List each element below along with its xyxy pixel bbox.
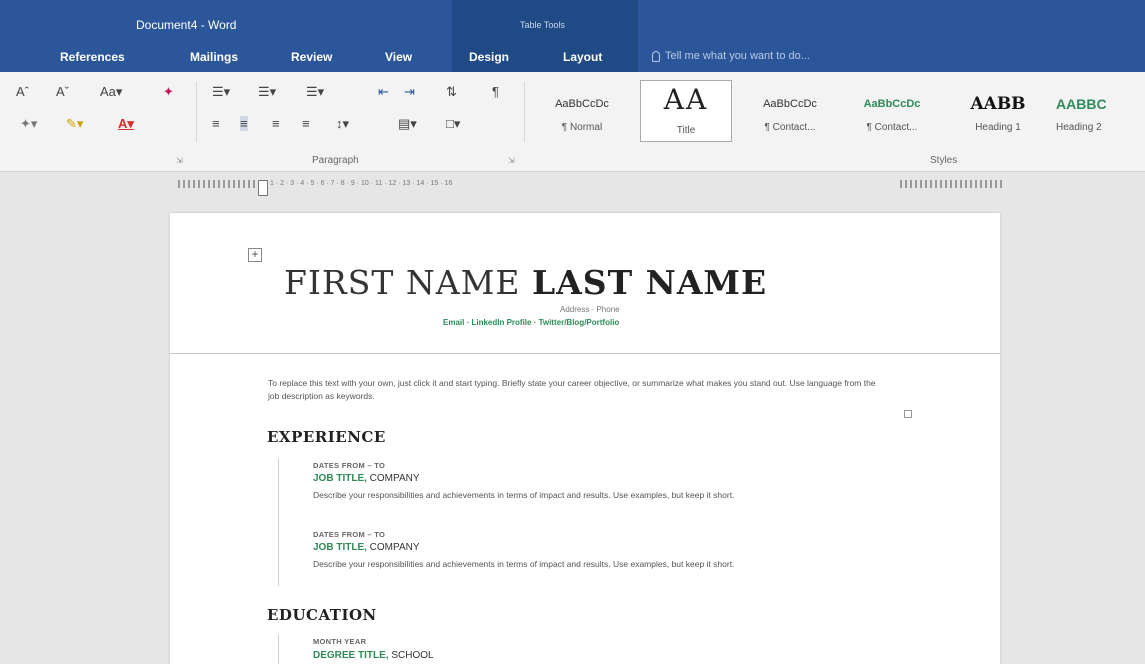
tell-me-text: Tell me what you want to do... <box>665 50 810 62</box>
experience-rule <box>278 458 279 586</box>
style-heading-1[interactable]: AABB Heading 1 <box>952 80 1044 142</box>
show-hide-icon[interactable]: ¶ <box>492 84 499 99</box>
style-sample: AABBC <box>1056 96 1107 112</box>
last-name: LAST NAME <box>531 263 768 302</box>
style-name: Title <box>676 125 696 136</box>
experience-heading[interactable]: EXPERIENCE <box>267 428 386 446</box>
style-sample: AA <box>663 85 709 115</box>
job-title: JOB TITLE, <box>313 542 367 553</box>
tab-design[interactable]: Design <box>469 50 509 64</box>
style-heading-2[interactable]: AABBC Heading 2 <box>1056 80 1145 142</box>
indent-marker[interactable] <box>258 180 268 196</box>
paragraph-group-label: Paragraph <box>312 155 359 166</box>
numbering-icon[interactable]: ☰▾ <box>258 84 276 100</box>
align-center-icon[interactable]: ≡ <box>240 116 248 131</box>
increase-indent-icon[interactable]: ⇥ <box>404 84 415 100</box>
company: COMPANY <box>366 473 420 484</box>
line-spacing-icon[interactable]: ↕▾ <box>336 116 349 132</box>
text-effects-icon[interactable]: ✦▾ <box>20 116 37 132</box>
company: COMPANY <box>366 542 420 553</box>
clear-formatting-icon[interactable]: ✦ <box>163 84 174 100</box>
paragraph-dialog-launcher-icon[interactable]: ⇲ <box>508 156 515 165</box>
bullets-icon[interactable]: ☰▾ <box>212 84 230 100</box>
job-title: JOB TITLE, <box>313 473 367 484</box>
degree-title: DEGREE TITLE, <box>313 650 389 661</box>
font-dialog-launcher-icon[interactable]: ⇲ <box>176 156 183 165</box>
shrink-font-button[interactable]: Aˇ <box>56 84 69 99</box>
school: SCHOOL <box>388 650 434 661</box>
grow-font-button[interactable]: Aˆ <box>16 84 29 99</box>
degree-line[interactable]: DEGREE TITLE, SCHOOL <box>313 650 434 661</box>
style-name: Heading 2 <box>1056 122 1102 133</box>
change-case-button[interactable]: Aa▾ <box>100 84 122 100</box>
education-dates[interactable]: MONTH YEAR <box>313 637 366 646</box>
address-phone[interactable]: Address · Phone <box>560 305 620 314</box>
style-name: ¶ Contact... <box>764 122 816 133</box>
style-name: Heading 1 <box>975 122 1021 133</box>
job-dates[interactable]: DATES FROM – TO <box>313 530 385 539</box>
job-description[interactable]: Describe your responsibilities and achie… <box>313 489 893 502</box>
tab-mailings[interactable]: Mailings <box>190 50 238 64</box>
tab-layout[interactable]: Layout <box>563 50 602 64</box>
end-of-cell-marker <box>904 410 912 418</box>
education-heading[interactable]: EDUCATION <box>267 606 377 624</box>
font-color-button[interactable]: A▾ <box>118 116 134 132</box>
style-sample: AaBbCcDc <box>863 98 921 110</box>
resume-name[interactable]: FIRST NAME LAST NAME <box>284 263 767 302</box>
style-sample: AaBbCcDc <box>555 98 609 110</box>
contact-links[interactable]: Email · LinkedIn Profile · Twitter/Blog/… <box>443 318 619 327</box>
tell-me-box[interactable]: Tell me what you want to do... <box>652 50 810 62</box>
document-title: Document4 - Word <box>136 18 237 32</box>
ribbon-separator <box>196 82 197 142</box>
highlight-color-button[interactable]: ✎▾ <box>66 116 83 132</box>
job-title-line[interactable]: JOB TITLE, COMPANY <box>313 542 420 553</box>
align-right-icon[interactable]: ≡ <box>272 116 280 131</box>
style-contact-info[interactable]: AaBbCcDc ¶ Contact... <box>744 80 836 142</box>
shading-icon[interactable]: ▤▾ <box>398 116 417 132</box>
style-name: ¶ Normal <box>561 122 603 133</box>
style-name: ¶ Contact... <box>866 122 918 133</box>
style-contact-emphasis[interactable]: AaBbCcDc ¶ Contact... <box>846 80 938 142</box>
style-normal[interactable]: AaBbCcDc ¶ Normal <box>536 80 628 142</box>
first-name: FIRST NAME <box>284 263 521 302</box>
tab-view[interactable]: View <box>385 50 412 64</box>
job-dates[interactable]: DATES FROM – TO <box>313 461 385 470</box>
decrease-indent-icon[interactable]: ⇤ <box>378 84 389 100</box>
style-sample: AaBbCcDc <box>763 98 817 110</box>
style-sample: AABB <box>970 94 1026 114</box>
table-move-handle-icon[interactable]: + <box>248 248 262 262</box>
job-description[interactable]: Describe your responsibilities and achie… <box>313 558 893 571</box>
objective-text[interactable]: To replace this text with your own, just… <box>268 377 888 403</box>
align-left-icon[interactable]: ≡ <box>212 116 220 131</box>
lightbulb-icon <box>652 50 660 62</box>
borders-icon[interactable]: □▾ <box>446 116 460 132</box>
justify-icon[interactable]: ≡ <box>302 116 310 131</box>
horizontal-ruler[interactable]: 1 · 2 · 3 · 4 · 5 · 6 · 7 · 8 · 9 · 10 ·… <box>270 178 900 190</box>
tab-references[interactable]: References <box>60 50 125 64</box>
tab-review[interactable]: Review <box>291 50 332 64</box>
ruler-left-margin <box>178 180 266 188</box>
table-tools-label: Table Tools <box>520 20 565 30</box>
sort-icon[interactable]: ⇅ <box>446 84 457 100</box>
ruler-right-margin <box>900 180 1004 188</box>
ribbon-separator <box>524 82 525 142</box>
job-title-line[interactable]: JOB TITLE, COMPANY <box>313 473 420 484</box>
style-title[interactable]: AA Title <box>640 80 732 142</box>
multilevel-list-icon[interactable]: ☰▾ <box>306 84 324 100</box>
header-divider <box>170 353 1000 354</box>
styles-group-label: Styles <box>930 155 958 166</box>
education-rule <box>278 634 279 664</box>
